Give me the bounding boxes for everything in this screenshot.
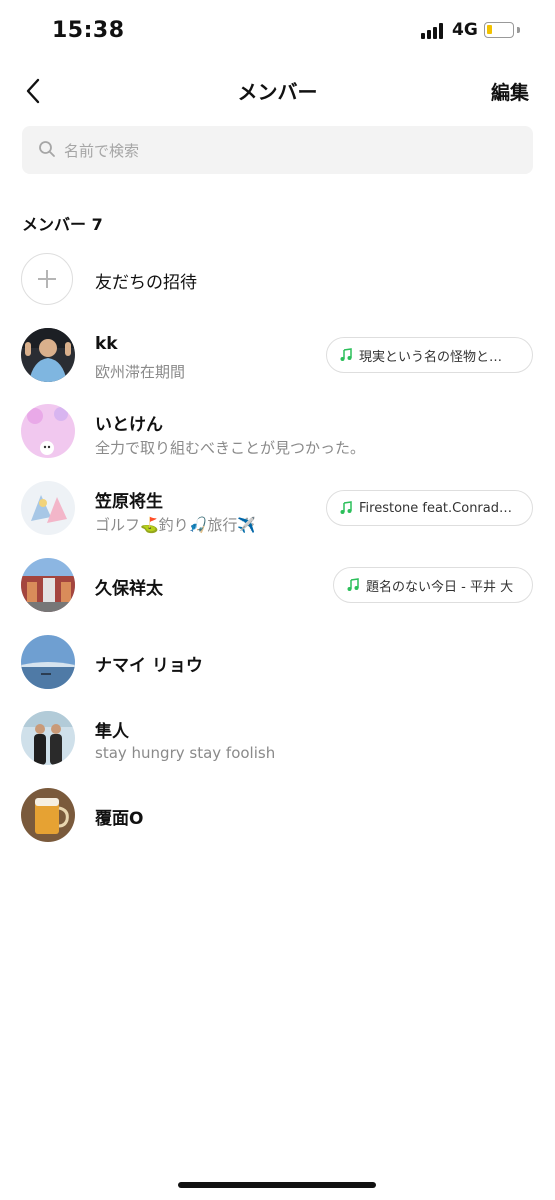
member-row-namai[interactable]: ナマイ リョウ <box>0 633 555 701</box>
signal-strength-icon <box>421 23 447 39</box>
edit-button[interactable]: 編集 <box>491 78 529 105</box>
battery-level <box>487 25 492 34</box>
member-count-header: メンバー 7 <box>22 215 103 234</box>
member-name: 隼人 <box>95 722 129 742</box>
search-placeholder: 名前で検索 <box>64 142 140 160</box>
avatar[interactable] <box>21 328 75 382</box>
plus-icon <box>21 253 73 305</box>
avatar[interactable] <box>21 404 75 458</box>
member-name: 覆面O <box>95 809 144 829</box>
music-status-pill[interactable]: Firestone feat.Conrad… <box>326 490 533 526</box>
avatar[interactable] <box>21 558 75 612</box>
avatar[interactable] <box>21 788 75 842</box>
music-note-icon <box>340 348 352 361</box>
nav-bar: メンバー 編集 <box>0 62 555 118</box>
member-status-message: 欧州滞在期間 <box>95 363 186 381</box>
music-title: 題名のない今日 - 平井 大 <box>366 579 514 595</box>
member-name: 久保祥太 <box>95 579 163 599</box>
music-title: Firestone feat.Conrad… <box>359 500 512 516</box>
battery-cap <box>517 27 520 33</box>
battery-icon <box>484 22 514 38</box>
member-status-message: stay hungry stay foolish <box>95 744 276 762</box>
member-name: いとけん <box>95 415 163 435</box>
music-note-icon <box>347 578 359 591</box>
status-time: 15:38 <box>52 18 125 43</box>
invite-label: 友だちの招待 <box>95 273 197 293</box>
avatar[interactable] <box>21 635 75 689</box>
member-row-hayato[interactable]: 隼人 stay hungry stay foolish <box>0 709 555 777</box>
music-title: 現実という名の怪物と… <box>359 349 503 365</box>
member-row-kasahara[interactable]: 笠原将生 ゴルフ⛳️釣り🎣旅行✈️ Firestone feat.Conrad… <box>0 479 555 547</box>
status-bar: 15:38 4G <box>0 0 555 62</box>
member-row-itoken[interactable]: いとけん 全力で取り組むべきことが見つかった。 <box>0 402 555 470</box>
avatar[interactable] <box>21 481 75 535</box>
invite-friends-button[interactable]: 友だちの招待 <box>0 250 555 310</box>
music-status-pill[interactable]: 題名のない今日 - 平井 大 <box>333 567 533 603</box>
search-input[interactable]: 名前で検索 <box>22 126 533 174</box>
member-status-message: ゴルフ⛳️釣り🎣旅行✈️ <box>95 516 257 534</box>
avatar[interactable] <box>21 711 75 765</box>
member-name: ナマイ リョウ <box>95 656 203 676</box>
music-status-pill[interactable]: 現実という名の怪物と… <box>326 337 533 373</box>
network-type: 4G <box>452 20 478 40</box>
member-row-kubo[interactable]: 久保祥太 題名のない今日 - 平井 大 <box>0 556 555 624</box>
search-icon <box>39 141 55 157</box>
member-row-kk[interactable]: kk 欧州滞在期間 現実という名の怪物と… <box>0 326 555 394</box>
member-row-fukumen[interactable]: 覆面O <box>0 786 555 854</box>
music-note-icon <box>340 501 352 514</box>
page-title: メンバー <box>237 80 318 104</box>
member-name: kk <box>95 334 118 354</box>
member-name: 笠原将生 <box>95 492 163 512</box>
home-indicator[interactable] <box>178 1182 376 1188</box>
member-status-message: 全力で取り組むべきことが見つかった。 <box>95 439 366 457</box>
